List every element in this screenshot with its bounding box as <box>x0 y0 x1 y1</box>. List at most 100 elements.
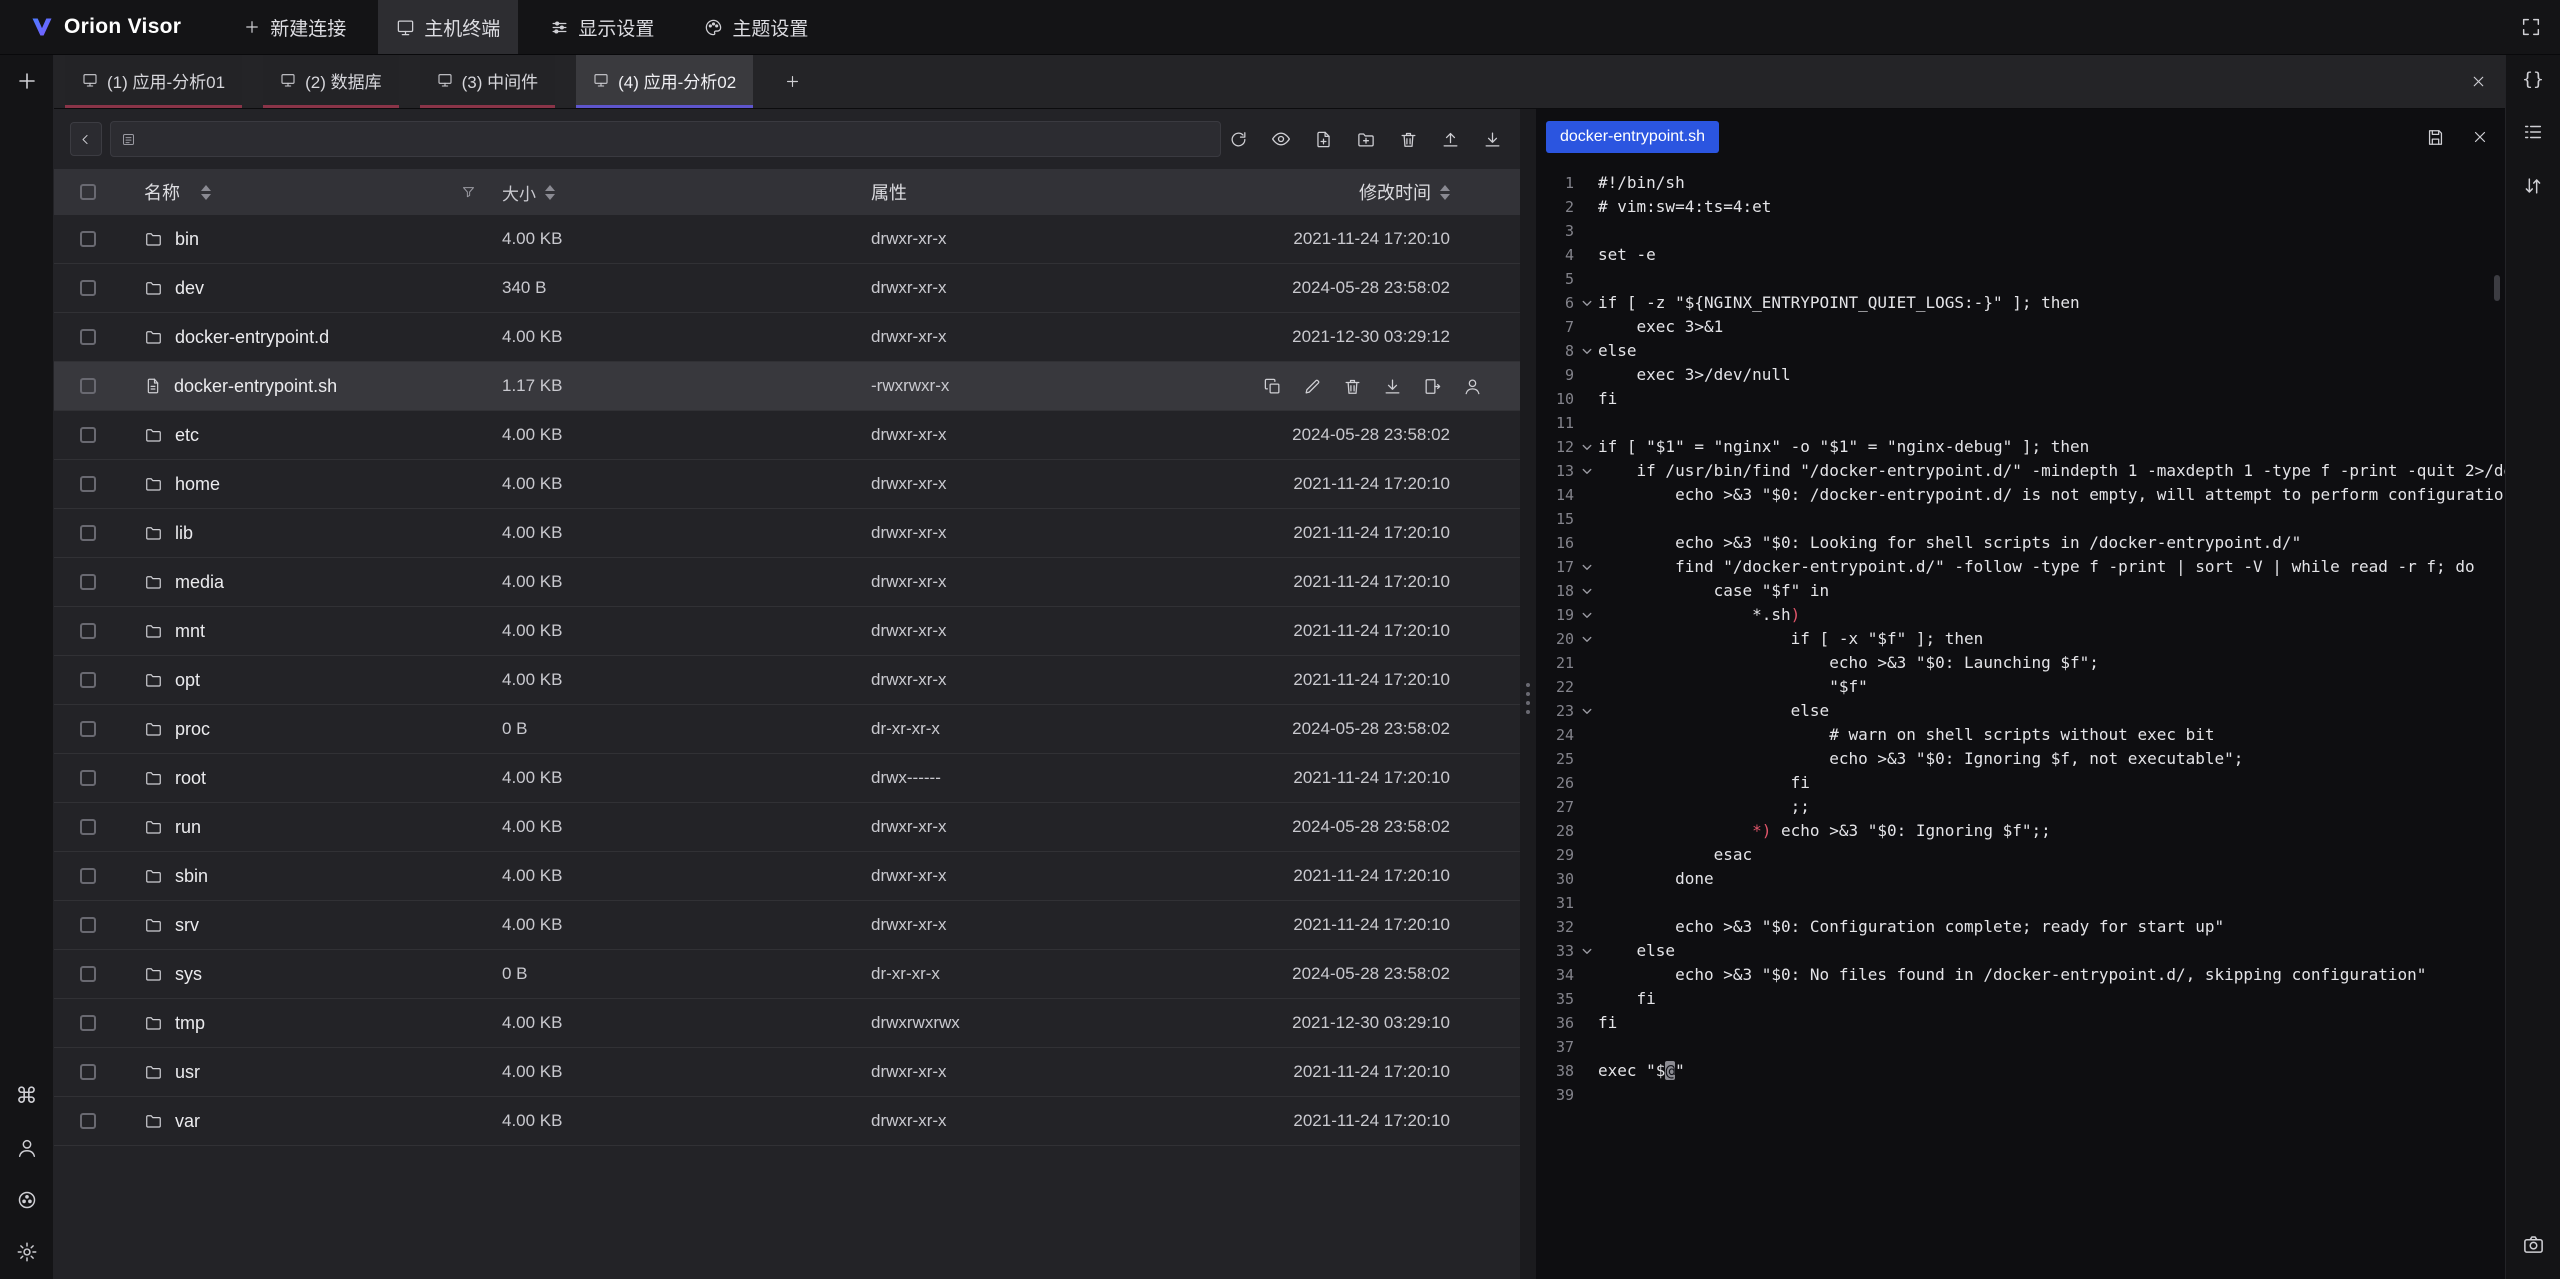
back-button[interactable] <box>70 122 102 156</box>
table-row[interactable]: srv 4.00 KB drwxr-xr-x 2021-11-24 17:20:… <box>54 901 1520 950</box>
table-row[interactable]: dev 340 B drwxr-xr-x 2024-05-28 23:58:02 <box>54 264 1520 313</box>
fold-icon[interactable] <box>1576 465 1598 477</box>
column-header-name[interactable]: 名称 <box>116 179 502 205</box>
code-text[interactable]: else <box>1598 699 1829 723</box>
terminal-tab-4[interactable]: (4) 应用-分析02 <box>576 55 753 108</box>
fold-icon[interactable] <box>1576 945 1598 957</box>
row-checkbox[interactable] <box>80 721 96 737</box>
table-row[interactable]: var 4.00 KB drwxr-xr-x 2021-11-24 17:20:… <box>54 1097 1520 1146</box>
table-row[interactable]: docker-entrypoint.d 4.00 KB drwxr-xr-x 2… <box>54 313 1520 362</box>
editor-file-tab[interactable]: docker-entrypoint.sh <box>1546 121 1719 153</box>
table-row[interactable]: opt 4.00 KB drwxr-xr-x 2021-11-24 17:20:… <box>54 656 1520 705</box>
command-list-icon[interactable] <box>2522 121 2544 143</box>
row-checkbox[interactable] <box>80 770 96 786</box>
select-all-checkbox[interactable] <box>80 184 96 200</box>
row-checkbox[interactable] <box>80 329 96 345</box>
delete-icon[interactable] <box>1343 377 1362 396</box>
close-panel-button[interactable] <box>2452 55 2505 108</box>
row-checkbox[interactable] <box>80 917 96 933</box>
code-text[interactable]: fi <box>1598 771 1810 795</box>
row-checkbox[interactable] <box>80 378 96 394</box>
row-checkbox[interactable] <box>80 427 96 443</box>
table-row[interactable]: proc 0 B dr-xr-xr-x 2024-05-28 23:58:02 <box>54 705 1520 754</box>
row-checkbox[interactable] <box>80 280 96 296</box>
download-icon[interactable] <box>1483 130 1502 149</box>
row-checkbox[interactable] <box>80 1015 96 1031</box>
terminal-tab-1[interactable]: (1) 应用-分析01 <box>65 55 242 108</box>
file-name[interactable]: proc <box>175 719 210 740</box>
row-checkbox[interactable] <box>80 672 96 688</box>
row-checkbox[interactable] <box>80 623 96 639</box>
code-text[interactable]: fi <box>1598 1011 1617 1035</box>
column-header-size[interactable]: 大小 <box>502 180 871 205</box>
code-text[interactable]: echo >&3 "$0: Configuration complete; re… <box>1598 915 2224 939</box>
nav-new-connection[interactable]: 新建连接 <box>225 0 364 54</box>
code-text[interactable]: else <box>1598 939 1675 963</box>
row-checkbox[interactable] <box>80 574 96 590</box>
row-checkbox[interactable] <box>80 819 96 835</box>
file-name[interactable]: usr <box>175 1062 200 1083</box>
fold-icon[interactable] <box>1576 705 1598 717</box>
file-name[interactable]: srv <box>175 915 199 936</box>
path-input-box[interactable] <box>110 121 1221 157</box>
code-text[interactable]: # warn on shell scripts without exec bit <box>1598 723 2215 747</box>
show-hidden-eye-icon[interactable] <box>1271 129 1291 149</box>
row-checkbox[interactable] <box>80 1064 96 1080</box>
file-name[interactable]: etc <box>175 425 199 446</box>
table-row[interactable]: docker-entrypoint.sh 1.17 KB -rwxrwxr-x <box>54 362 1520 411</box>
fold-icon[interactable] <box>1576 609 1598 621</box>
terminal-tab-3[interactable]: (3) 中间件 <box>420 55 556 108</box>
code-text[interactable]: done <box>1598 867 1714 891</box>
code-text[interactable]: else <box>1598 339 1637 363</box>
code-text[interactable]: if [ "$1" = "nginx" -o "$1" = "nginx-deb… <box>1598 435 2089 459</box>
file-name[interactable]: docker-entrypoint.sh <box>174 376 337 397</box>
sort-size-icon[interactable] <box>545 185 555 200</box>
shortcut-keys-icon[interactable]: ⌘ <box>16 1085 38 1107</box>
save-icon[interactable] <box>2426 128 2445 147</box>
snippet-braces-icon[interactable]: {} <box>2522 71 2544 89</box>
fold-icon[interactable] <box>1576 561 1598 573</box>
table-row[interactable]: sys 0 B dr-xr-xr-x 2024-05-28 23:58:02 <box>54 950 1520 999</box>
sort-name-icon[interactable] <box>201 185 211 200</box>
code-text[interactable]: find "/docker-entrypoint.d/" -follow -ty… <box>1598 555 2475 579</box>
table-row[interactable]: etc 4.00 KB drwxr-xr-x 2024-05-28 23:58:… <box>54 411 1520 460</box>
code-text[interactable]: ;; <box>1598 795 1810 819</box>
new-folder-icon[interactable] <box>1356 130 1376 149</box>
code-text[interactable]: echo >&3 "$0: /docker-entrypoint.d/ is n… <box>1598 483 2505 507</box>
code-text[interactable]: echo >&3 "$0: Looking for shell scripts … <box>1598 531 2301 555</box>
table-row[interactable]: bin 4.00 KB drwxr-xr-x 2021-11-24 17:20:… <box>54 215 1520 264</box>
code-text[interactable]: exec 3>/dev/null <box>1598 363 1791 387</box>
table-row[interactable]: lib 4.00 KB drwxr-xr-x 2021-11-24 17:20:… <box>54 509 1520 558</box>
code-text[interactable]: exec 3>&1 <box>1598 315 1723 339</box>
row-checkbox[interactable] <box>80 966 96 982</box>
file-name[interactable]: lib <box>175 523 193 544</box>
code-text[interactable]: # vim:sw=4:ts=4:et <box>1598 195 1771 219</box>
code-text[interactable]: echo >&3 "$0: Launching $f"; <box>1598 651 2099 675</box>
code-text[interactable]: esac <box>1598 843 1752 867</box>
transfer-list-icon[interactable] <box>2522 175 2544 197</box>
sort-mtime-icon[interactable] <box>1440 185 1450 200</box>
nav-theme-settings[interactable]: 主题设置 <box>686 0 826 54</box>
file-name[interactable]: dev <box>175 278 204 299</box>
code-text[interactable]: exec "$@" <box>1598 1059 1685 1083</box>
row-checkbox[interactable] <box>80 476 96 492</box>
file-name[interactable]: docker-entrypoint.d <box>175 327 329 348</box>
filter-icon[interactable] <box>461 185 476 200</box>
code-text[interactable]: *) echo >&3 "$0: Ignoring $f";; <box>1598 819 2051 843</box>
code-text[interactable]: set -e <box>1598 243 1656 267</box>
table-row[interactable]: run 4.00 KB drwxr-xr-x 2024-05-28 23:58:… <box>54 803 1520 852</box>
refresh-icon[interactable] <box>1229 130 1248 149</box>
new-terminal-tab-button[interactable] <box>774 55 811 108</box>
file-name[interactable]: bin <box>175 229 199 250</box>
code-text[interactable]: echo >&3 "$0: Ignoring $f, not executabl… <box>1598 747 2243 771</box>
code-text[interactable]: echo >&3 "$0: No files found in /docker-… <box>1598 963 2426 987</box>
settings-gear-icon[interactable] <box>16 1241 38 1263</box>
file-name[interactable]: home <box>175 474 220 495</box>
nav-display-settings[interactable]: 显示设置 <box>532 0 672 54</box>
table-row[interactable]: usr 4.00 KB drwxr-xr-x 2021-11-24 17:20:… <box>54 1048 1520 1097</box>
row-checkbox[interactable] <box>80 231 96 247</box>
editor-scrollbar-thumb[interactable] <box>2494 275 2500 301</box>
file-name[interactable]: media <box>175 572 224 593</box>
code-text[interactable]: if [ -z "${NGINX_ENTRYPOINT_QUIET_LOGS:-… <box>1598 291 2080 315</box>
file-name[interactable]: root <box>175 768 206 789</box>
